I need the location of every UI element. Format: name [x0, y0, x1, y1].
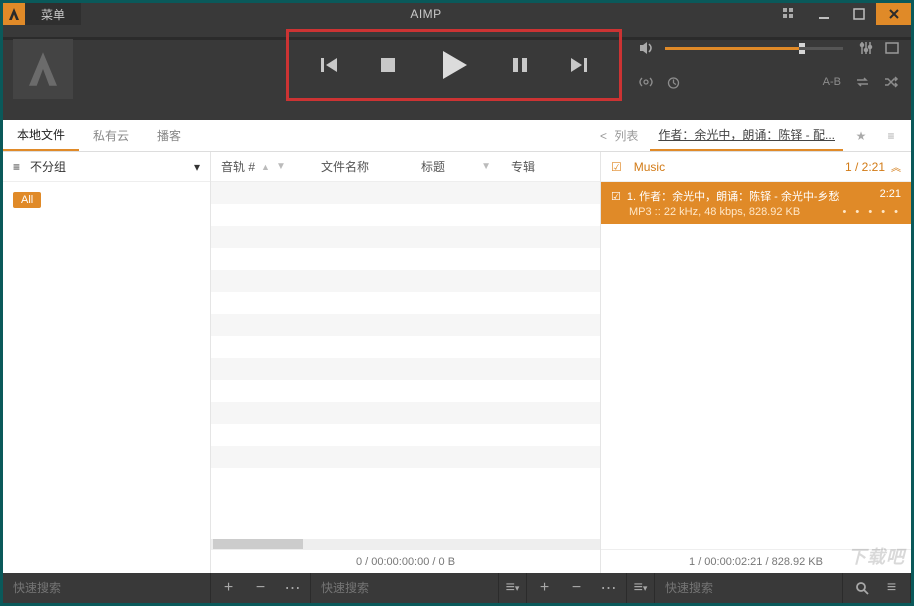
grouping-dropdown[interactable]: 不分组 ▾ [30, 158, 200, 175]
visualizer-icon[interactable] [885, 41, 899, 55]
playlist-status: 1 / 00:00:02:21 / 828.92 KB [601, 549, 911, 573]
now-playing-tab[interactable]: 作者：余光中，朗诵：陈铎 - 配... [650, 120, 843, 151]
playlist-name: Music [634, 160, 665, 174]
filter-icon[interactable]: ▼ [276, 161, 286, 172]
favorite-icon[interactable]: ★ [849, 129, 873, 143]
filter-pill-all[interactable]: All [13, 192, 41, 208]
filter-icon[interactable]: ▼ [481, 161, 491, 172]
left-search-input[interactable] [3, 581, 210, 595]
tab-podcast[interactable]: 播客 [143, 120, 195, 151]
hamburger-icon[interactable]: ≡ [13, 160, 20, 174]
col-album[interactable]: 专辑 [501, 158, 600, 175]
bottom-menu-icon[interactable]: ≡ [878, 579, 906, 597]
col-filename[interactable]: 文件名称 [311, 158, 411, 175]
playlist-pane: ☑ Music 1 / 2:21 ︽ ☑ 1. 作者：余光中，朗诵：陈铎 - 余光… [601, 152, 911, 573]
timer-icon[interactable] [667, 76, 680, 89]
add-button[interactable]: + [215, 579, 243, 597]
tab-private-cloud[interactable]: 私有云 [79, 120, 143, 151]
prev-button[interactable] [319, 55, 339, 75]
window-title: AIMP [81, 7, 771, 21]
close-button[interactable] [876, 3, 911, 25]
search-icon[interactable] [848, 581, 876, 595]
column-headers: 音轨 #▲▼ 文件名称 标题▼ 专辑 [211, 152, 600, 182]
bottom-toolbar: + − ⋯ ≡▾ + − ⋯ ≡▾ ≡ [3, 573, 911, 603]
titlebar: 菜单 AIMP [3, 3, 911, 25]
pl-add-button[interactable]: + [531, 579, 559, 597]
item-checkbox-icon[interactable]: ☑ [611, 191, 621, 203]
library-rows[interactable] [211, 182, 600, 539]
sort-asc-icon: ▲ [261, 162, 270, 172]
mid-search-input[interactable] [311, 581, 498, 595]
playlist-count: 1 / 2:21 [845, 160, 885, 174]
player-area: A-B [3, 25, 911, 120]
app-logo-small [3, 3, 25, 25]
grouping-label: 不分组 [30, 158, 66, 175]
track-duration: 2:21 [880, 188, 901, 204]
playlist-checkbox-icon[interactable]: ☑ [611, 160, 622, 174]
col-title[interactable]: 标题▼ [411, 158, 501, 175]
play-button[interactable] [437, 48, 471, 82]
track-meta: MP3 :: 22 kHz, 48 kbps, 828.92 KB [611, 206, 800, 218]
pl-options-icon[interactable]: ≡▾ [627, 579, 654, 597]
playlist-item[interactable]: ☑ 1. 作者：余光中，朗诵：陈铎 - 余光中-乡愁 2:21 MP3 :: 22… [601, 182, 911, 224]
chevron-down-icon: ▾ [194, 160, 200, 174]
track-rating-dots[interactable]: • • • • • [843, 206, 901, 218]
pl-remove-button[interactable]: − [563, 579, 591, 597]
volume-slider[interactable] [665, 47, 843, 50]
collapse-icon[interactable]: ︽ [891, 159, 901, 174]
library-pane: 音轨 #▲▼ 文件名称 标题▼ 专辑 0 / 00:00:00:00 / 0 B [211, 152, 601, 573]
volume-icon[interactable] [639, 41, 655, 55]
next-button[interactable] [569, 55, 589, 75]
radio-icon[interactable] [639, 75, 653, 89]
horizontal-scrollbar[interactable] [211, 539, 600, 549]
track-title: 1. 作者：余光中，朗诵：陈铎 - 余光中-乡愁 [627, 191, 840, 203]
app-logo-icon [13, 39, 73, 99]
pause-button[interactable] [510, 55, 530, 75]
compact-mode-button[interactable] [771, 3, 806, 25]
source-tabs: 本地文件 私有云 播客 < 列表 作者：余光中，朗诵：陈铎 - 配... ★ ≡ [3, 120, 911, 152]
col-track-number[interactable]: 音轨 #▲▼ [211, 158, 311, 175]
pl-more-button[interactable]: ⋯ [595, 578, 623, 598]
ab-repeat-button[interactable]: A-B [823, 76, 841, 88]
playlist-menu-icon[interactable]: ≡ [879, 129, 903, 143]
equalizer-icon[interactable] [859, 41, 873, 55]
tab-local-files[interactable]: 本地文件 [3, 120, 79, 151]
repeat-icon[interactable] [855, 76, 870, 88]
list-options-icon[interactable]: ≡▾ [499, 579, 526, 597]
stop-button[interactable] [378, 55, 398, 75]
list-toggle-button[interactable]: < 列表 [594, 127, 644, 144]
playback-controls [286, 29, 622, 101]
more-button[interactable]: ⋯ [279, 578, 307, 598]
library-status: 0 / 00:00:00:00 / 0 B [211, 549, 600, 573]
left-sidebar: ≡ 不分组 ▾ All [3, 152, 211, 573]
right-search-input[interactable] [655, 581, 842, 595]
shuffle-icon[interactable] [884, 76, 899, 88]
remove-button[interactable]: − [247, 579, 275, 597]
minimize-button[interactable] [806, 3, 841, 25]
maximize-button[interactable] [841, 3, 876, 25]
menu-button[interactable]: 菜单 [25, 3, 81, 25]
